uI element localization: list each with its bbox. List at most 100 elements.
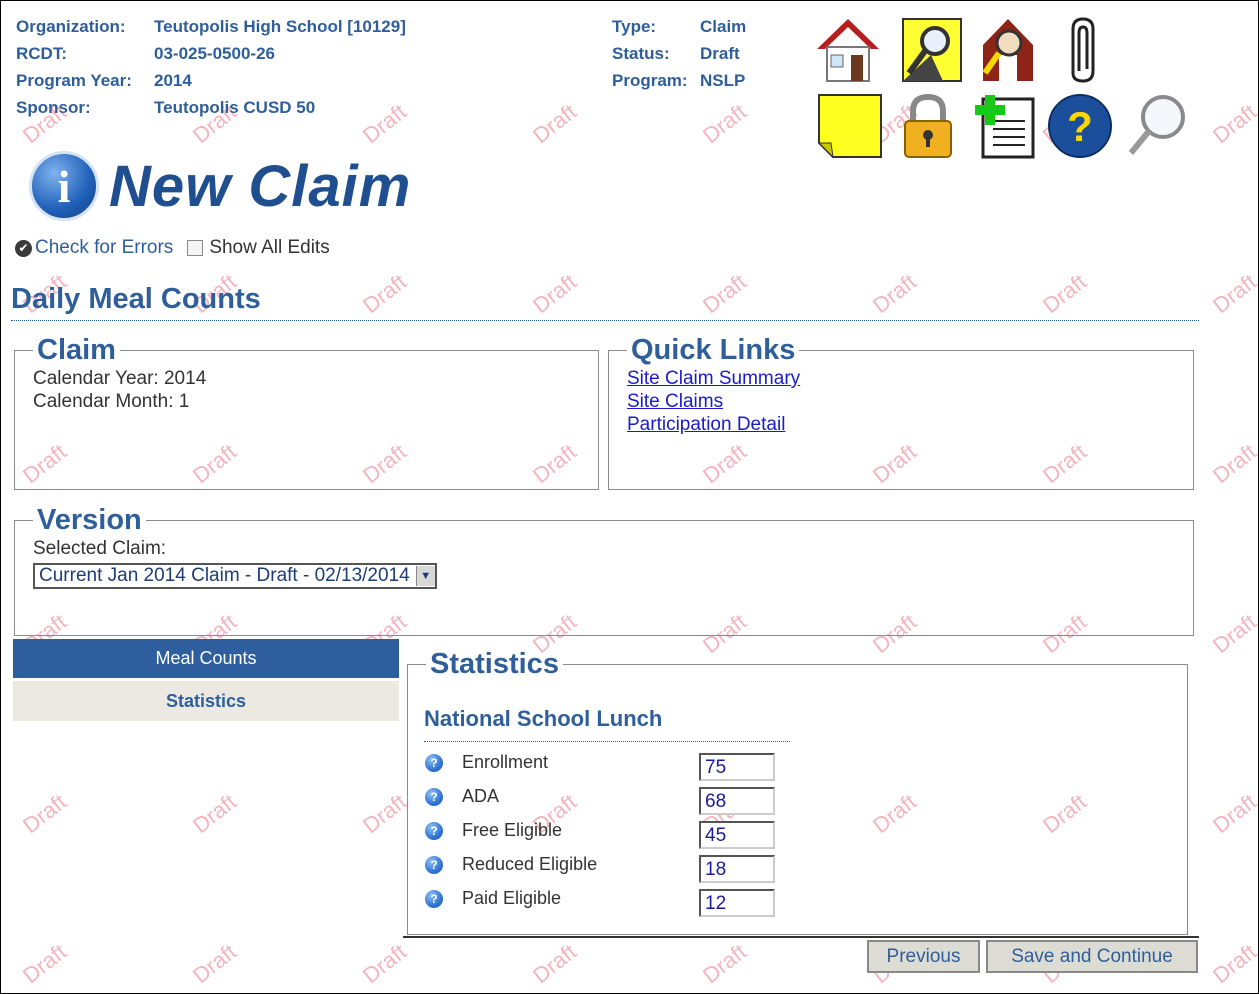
type-label: Type: bbox=[612, 17, 657, 36]
stat-row-reduced-eligible: ? Reduced Eligible bbox=[425, 854, 597, 875]
watermark-text: Draft bbox=[18, 939, 72, 989]
home-icon[interactable] bbox=[813, 15, 883, 85]
help-icon[interactable]: ? bbox=[425, 821, 443, 840]
paperclip-icon[interactable] bbox=[1049, 15, 1119, 85]
status-value: Draft bbox=[700, 44, 740, 63]
help-icon[interactable]: ? bbox=[1045, 91, 1115, 161]
version-legend: Version bbox=[37, 504, 142, 536]
stat-label: Free Eligible bbox=[462, 820, 563, 840]
stat-row-free-eligible: ? Free Eligible bbox=[425, 820, 562, 841]
add-document-icon[interactable] bbox=[971, 91, 1041, 161]
stat-label: Paid Eligible bbox=[462, 888, 562, 908]
nav-statistics[interactable]: Statistics bbox=[13, 681, 399, 721]
reduced-eligible-input[interactable]: 18 bbox=[699, 855, 775, 883]
watermark-text: Draft bbox=[18, 789, 72, 839]
rcdt-label: RCDT: bbox=[16, 44, 67, 63]
error-check-row: ✔ Check for Errors Show All Edits bbox=[15, 237, 330, 259]
sticky-note-icon[interactable] bbox=[815, 91, 885, 161]
selected-claim-label: Selected Claim: bbox=[33, 538, 167, 559]
claim-version-value: Current Jan 2014 Claim - Draft - 02/13/2… bbox=[39, 565, 410, 586]
ada-input[interactable]: 68 bbox=[699, 787, 775, 815]
program-heading: National School Lunch bbox=[424, 706, 663, 731]
paid-eligible-input[interactable]: 12 bbox=[699, 889, 775, 917]
watermark-text: Draft bbox=[1208, 939, 1259, 989]
quick-links-legend: Quick Links bbox=[631, 334, 796, 366]
section-divider bbox=[11, 320, 1199, 321]
watermark-text: Draft bbox=[1208, 789, 1259, 839]
quick-links-panel: Quick Links Site Claim Summary Site Clai… bbox=[608, 334, 1194, 490]
show-all-edits-label: Show All Edits bbox=[209, 237, 330, 258]
watermark-text: Draft bbox=[1208, 439, 1259, 489]
watermark-text: Draft bbox=[188, 939, 242, 989]
svg-text:?: ? bbox=[1067, 103, 1093, 150]
watermark-text: Draft bbox=[528, 99, 582, 149]
org-value: Teutopolis High School [10129] bbox=[154, 17, 406, 36]
help-icon[interactable]: ? bbox=[425, 753, 443, 772]
calendar-year: Calendar Year: 2014 bbox=[33, 368, 207, 389]
status-label: Status: bbox=[612, 44, 670, 63]
claim-panel: Claim Calendar Year: 2014 Calendar Month… bbox=[14, 334, 599, 490]
watermark-text: Draft bbox=[698, 939, 752, 989]
header-info-left: Organization: Teutopolis High School [101… bbox=[16, 13, 406, 121]
rcdt-value: 03-025-0500-26 bbox=[154, 44, 275, 63]
toolbar-icons: ? bbox=[813, 15, 1203, 165]
watermark-text: Draft bbox=[528, 269, 582, 319]
stat-label: Reduced Eligible bbox=[462, 854, 598, 874]
watermark-text: Draft bbox=[868, 269, 922, 319]
program-divider bbox=[424, 741, 790, 742]
sponsor-label: Sponsor: bbox=[16, 98, 91, 117]
enrollment-input[interactable]: 75 bbox=[699, 753, 775, 781]
program-year-label: Program Year: bbox=[16, 71, 132, 90]
stat-label: Enrollment bbox=[462, 752, 549, 772]
stat-row-paid-eligible: ? Paid Eligible bbox=[425, 888, 561, 909]
stat-label: ADA bbox=[462, 786, 500, 806]
magnifier-icon[interactable] bbox=[1123, 91, 1193, 161]
claim-legend: Claim bbox=[37, 334, 116, 366]
stat-row-ada: ? ADA bbox=[425, 786, 499, 807]
page-title: New Claim bbox=[109, 153, 412, 219]
show-all-edits-checkbox[interactable] bbox=[187, 240, 204, 256]
watermark-text: Draft bbox=[188, 789, 242, 839]
header-info-middle: Type: Claim Status: Draft Program: NSLP bbox=[612, 13, 746, 94]
version-panel: Version Selected Claim: Current Jan 2014… bbox=[14, 504, 1194, 636]
participation-detail-link[interactable]: Participation Detail bbox=[627, 413, 1175, 436]
site-claims-link[interactable]: Site Claims bbox=[627, 390, 1175, 413]
school-lookup-icon[interactable] bbox=[973, 15, 1043, 85]
help-icon[interactable]: ? bbox=[425, 889, 443, 908]
site-claim-summary-link[interactable]: Site Claim Summary bbox=[627, 367, 1175, 390]
help-icon[interactable]: ? bbox=[425, 787, 443, 806]
lock-icon[interactable] bbox=[893, 91, 963, 161]
section-title: Daily Meal Counts bbox=[11, 283, 261, 315]
watermark-text: Draft bbox=[358, 939, 412, 989]
search-map-icon[interactable] bbox=[897, 15, 967, 85]
watermark-text: Draft bbox=[698, 99, 752, 149]
watermark-text: Draft bbox=[528, 939, 582, 989]
program-label: Program: bbox=[612, 71, 688, 90]
free-eligible-input[interactable]: 45 bbox=[699, 821, 775, 849]
stat-row-enrollment: ? Enrollment bbox=[425, 752, 548, 773]
page-heading: i New Claim bbox=[29, 151, 411, 221]
previous-button[interactable]: Previous bbox=[867, 940, 980, 973]
watermark-text: Draft bbox=[1208, 99, 1259, 149]
program-value: NSLP bbox=[700, 71, 746, 90]
button-bar-divider bbox=[403, 936, 1199, 938]
check-for-errors-link[interactable]: Check for Errors bbox=[35, 237, 173, 259]
org-label: Organization: bbox=[16, 17, 126, 36]
watermark-text: Draft bbox=[1208, 609, 1259, 659]
watermark-text: Draft bbox=[358, 269, 412, 319]
program-year-value: 2014 bbox=[154, 71, 192, 90]
app-frame: Draft Draft Draft Draft Draft Draft Draft Draft… bbox=[0, 0, 1259, 994]
info-icon: i bbox=[29, 151, 99, 221]
save-and-continue-button[interactable]: Save and Continue bbox=[986, 940, 1198, 973]
watermark-text: Draft bbox=[698, 269, 752, 319]
statistics-legend: Statistics bbox=[430, 648, 559, 680]
dropdown-arrow-icon[interactable]: ▼ bbox=[415, 566, 435, 586]
watermark-text: Draft bbox=[358, 789, 412, 839]
nav-meal-counts[interactable]: Meal Counts bbox=[13, 639, 399, 678]
calendar-month: Calendar Month: 1 bbox=[33, 391, 190, 412]
check-icon: ✔ bbox=[15, 239, 32, 257]
watermark-text: Draft bbox=[1208, 269, 1259, 319]
sponsor-value: Teutopolis CUSD 50 bbox=[154, 98, 316, 117]
help-icon[interactable]: ? bbox=[425, 855, 443, 874]
claim-version-select[interactable]: Current Jan 2014 Claim - Draft - 02/13/2… bbox=[33, 563, 437, 589]
